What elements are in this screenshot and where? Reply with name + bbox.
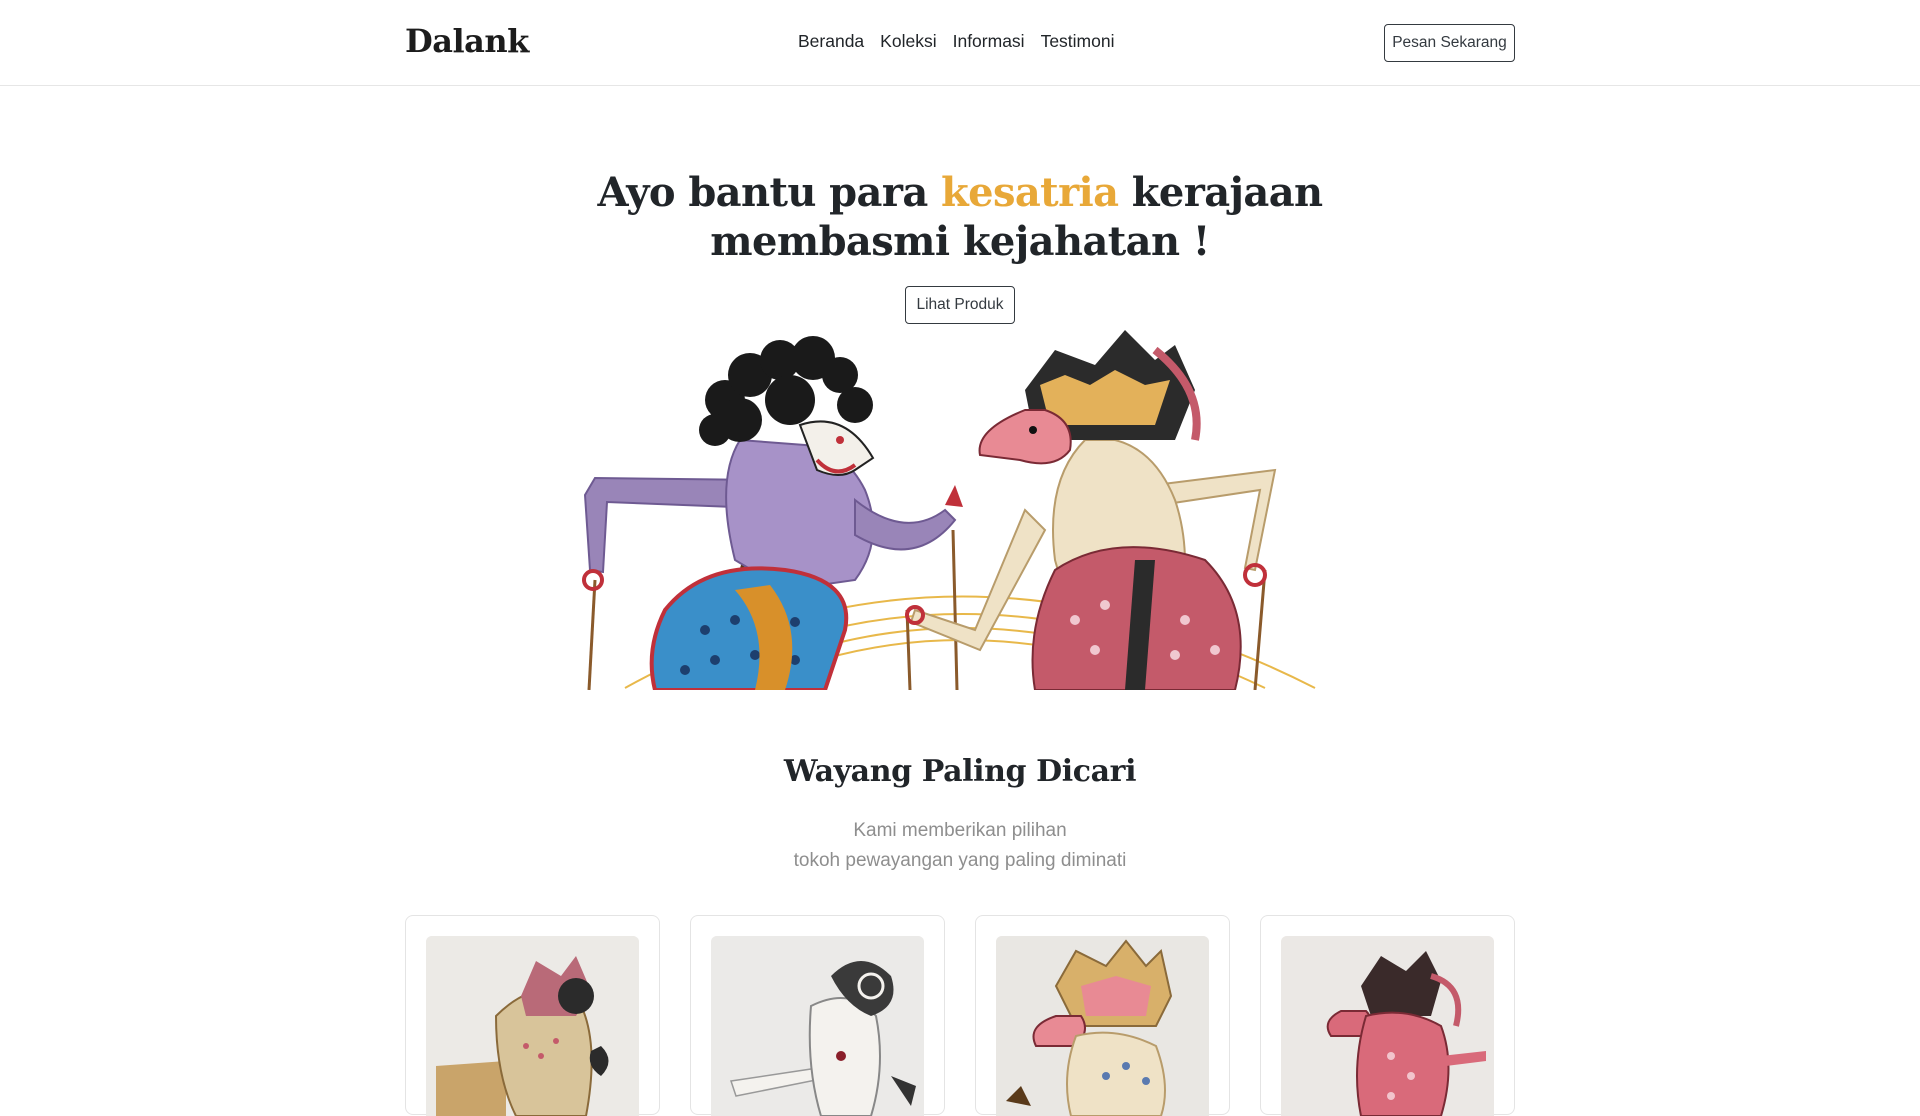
wayang-puppet-4 bbox=[1281, 936, 1494, 1116]
section-subtitle-line1: Kami memberikan pilihan bbox=[853, 820, 1067, 841]
view-products-button[interactable]: Lihat Produk bbox=[905, 286, 1015, 324]
hero-title-accent: kesatria bbox=[940, 169, 1119, 216]
section-subtitle-line2: tokoh pewayangan yang paling diminati bbox=[793, 850, 1127, 871]
hero-title-line2: membasmi kejahatan ! bbox=[710, 218, 1210, 265]
hero-title-prefix: Ayo bantu para bbox=[597, 169, 941, 216]
left-puppet bbox=[582, 336, 963, 692]
section-title: Wayang Paling Dicari bbox=[783, 754, 1137, 789]
hero-title-suffix: kerajaan bbox=[1118, 169, 1323, 216]
right-puppet bbox=[905, 330, 1277, 691]
hero-title: Ayo bantu para kesatria kerajaan membasm… bbox=[560, 168, 1360, 266]
nav-link-informasi[interactable]: Informasi bbox=[953, 31, 1025, 52]
section-subtitle: Kami memberikan pilihan tokoh pewayangan… bbox=[660, 816, 1260, 876]
nav-link-koleksi[interactable]: Koleksi bbox=[880, 31, 936, 52]
product-card[interactable] bbox=[975, 915, 1230, 1116]
product-card[interactable] bbox=[405, 915, 660, 1116]
wayang-puppet-1 bbox=[426, 936, 639, 1116]
nav-link-beranda[interactable]: Beranda bbox=[798, 31, 864, 52]
wayang-puppet-2 bbox=[711, 936, 924, 1116]
product-card[interactable] bbox=[1260, 915, 1515, 1116]
wayang-duel-illustration bbox=[555, 330, 1365, 692]
navbar: Dalank Beranda Koleksi Informasi Testimo… bbox=[0, 0, 1920, 86]
nav-link-testimoni[interactable]: Testimoni bbox=[1041, 31, 1115, 52]
nav-menu: Beranda Koleksi Informasi Testimoni bbox=[798, 31, 1114, 52]
wayang-puppet-3 bbox=[996, 936, 1209, 1116]
product-card[interactable] bbox=[690, 915, 945, 1116]
order-now-button[interactable]: Pesan Sekarang bbox=[1384, 24, 1515, 62]
brand-logo[interactable]: Dalank bbox=[405, 22, 529, 60]
